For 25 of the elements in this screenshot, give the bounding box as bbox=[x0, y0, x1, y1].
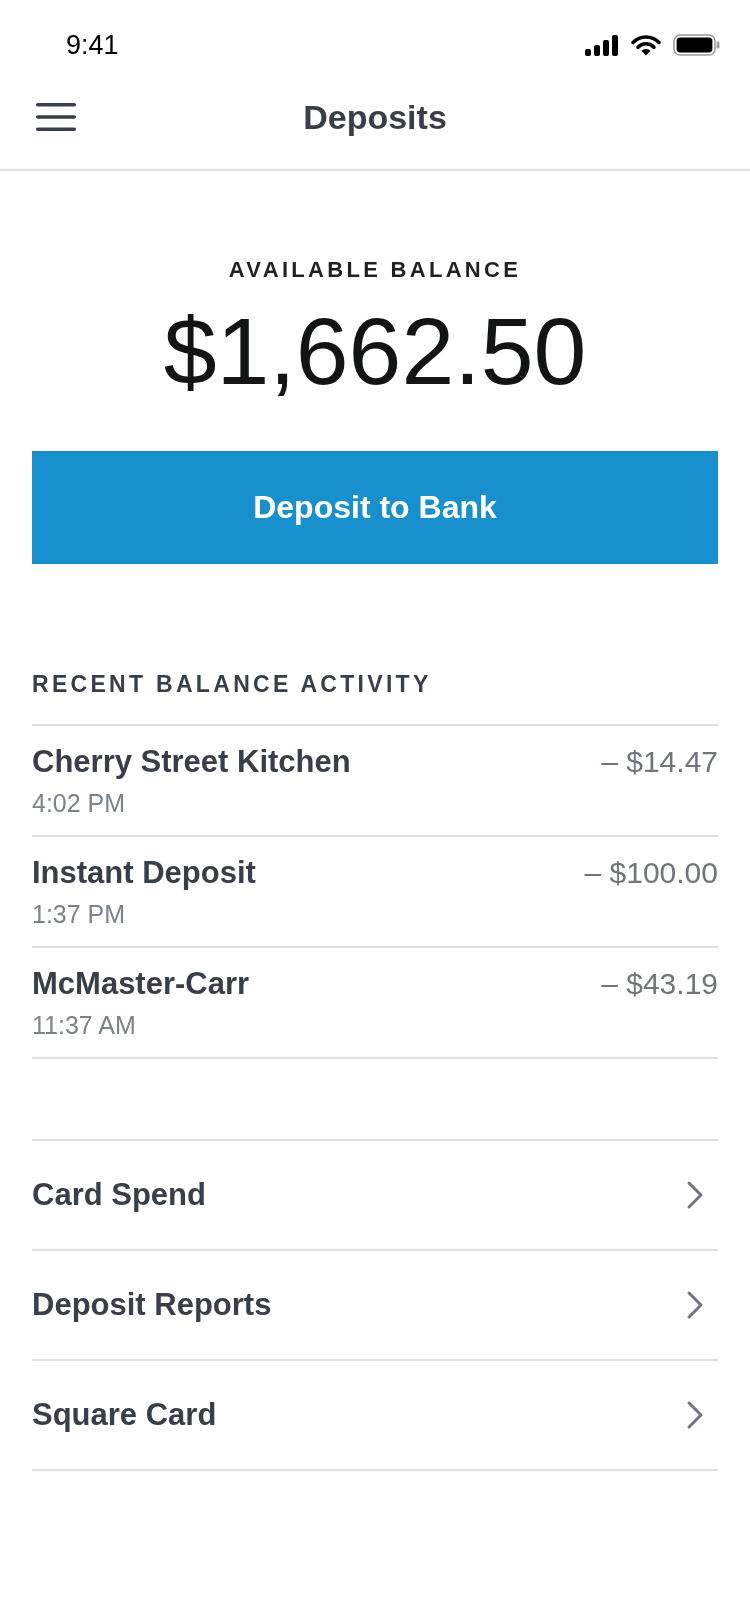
status-time: 9:41 bbox=[66, 29, 119, 61]
transaction-amount: – $14.47 bbox=[601, 745, 718, 779]
balance-label: AVAILABLE BALANCE bbox=[228, 257, 522, 283]
balance-amount: $1,662.50 bbox=[163, 301, 587, 401]
deposit-button[interactable]: Deposit to Bank bbox=[32, 451, 718, 564]
menu-row[interactable]: Card Spend bbox=[32, 1141, 718, 1251]
transaction-time: 11:37 AM bbox=[32, 1011, 136, 1039]
transaction-time: 4:02 PM bbox=[32, 789, 126, 817]
page-title: Deposits bbox=[303, 96, 447, 137]
chevron-right-icon bbox=[686, 1290, 704, 1320]
section-heading: RECENT BALANCE ACTIVITY bbox=[32, 672, 432, 696]
menu-row[interactable]: Square Card bbox=[32, 1361, 718, 1471]
chevron-right-icon bbox=[686, 1180, 704, 1210]
signal-icon bbox=[585, 34, 619, 56]
battery-icon bbox=[673, 34, 720, 56]
transaction-amount: – $43.19 bbox=[601, 967, 718, 1001]
transaction-name: McMaster-Carr bbox=[32, 967, 250, 1001]
menu-icon[interactable] bbox=[36, 102, 76, 131]
transaction-name: Cherry Street Kitchen bbox=[32, 745, 351, 779]
transaction-time: 1:37 PM bbox=[32, 900, 126, 928]
chevron-right-icon bbox=[686, 1400, 704, 1430]
transaction-name: Instant Deposit bbox=[32, 856, 256, 890]
wifi-icon bbox=[631, 34, 661, 56]
transaction-amount: – $100.00 bbox=[584, 856, 718, 890]
menu-row[interactable]: Deposit Reports bbox=[32, 1251, 718, 1361]
